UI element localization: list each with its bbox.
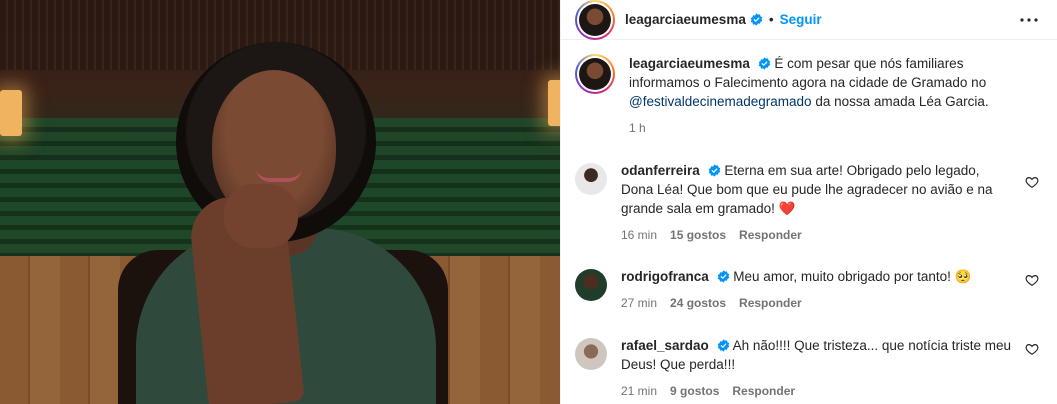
comment-meta: 21 min 9 gostos Responder xyxy=(621,382,1013,401)
comments-list[interactable]: leagarciaeumesma É com pesar que nós fam… xyxy=(561,40,1057,404)
person-fist xyxy=(224,184,298,248)
more-options-icon[interactable] xyxy=(1017,8,1041,32)
comment-time[interactable]: 21 min xyxy=(621,382,657,401)
pleading-face-emoji: 🥺 xyxy=(954,269,972,284)
follow-button[interactable]: Seguir xyxy=(780,12,822,27)
instagram-post: leagarciaeumesma • Seguir leagarciaeumes… xyxy=(0,0,1057,404)
like-heart-icon[interactable] xyxy=(1025,175,1039,189)
caption-meta: 1 h xyxy=(629,119,1013,138)
comment-likes[interactable]: 24 gostos xyxy=(670,294,726,313)
post-side-panel: leagarciaeumesma • Seguir leagarciaeumes… xyxy=(560,0,1057,404)
person-smile xyxy=(256,168,302,182)
verified-badge-icon xyxy=(758,57,770,70)
commenter-avatar[interactable] xyxy=(575,338,607,370)
wall-lamp-left xyxy=(0,90,22,136)
comment-item: rodrigofranca Meu amor, muito obrigado p… xyxy=(575,267,1041,313)
caption-text-end: da nossa amada Léa Garcia. xyxy=(815,94,989,109)
comment-text: Meu amor, muito obrigado por tanto! xyxy=(733,269,951,284)
author-username[interactable]: leagarciaeumesma xyxy=(625,12,746,27)
comment-username[interactable]: odanferreira xyxy=(621,163,700,178)
reply-button[interactable]: Responder xyxy=(739,294,802,313)
comment-likes[interactable]: 9 gostos xyxy=(670,382,719,401)
comment-item: odanferreira Eterna em sua arte! Obrigad… xyxy=(575,161,1041,245)
comment-body: rodrigofranca Meu amor, muito obrigado p… xyxy=(621,267,1041,313)
verified-badge-icon xyxy=(717,270,729,283)
caption-body: leagarciaeumesma É com pesar que nós fam… xyxy=(629,54,1041,138)
commenter-avatar[interactable] xyxy=(575,269,607,301)
commenter-avatar[interactable] xyxy=(575,163,607,195)
post-caption: leagarciaeumesma É com pesar que nós fam… xyxy=(575,54,1041,138)
reply-button[interactable]: Responder xyxy=(739,226,802,245)
caption-username[interactable]: leagarciaeumesma xyxy=(629,56,750,71)
post-photo[interactable] xyxy=(0,0,560,404)
heart-emoji: ❤️ xyxy=(778,201,796,216)
verified-badge-icon xyxy=(750,13,763,26)
comment-time[interactable]: 16 min xyxy=(621,226,657,245)
comment-username[interactable]: rafael_sardao xyxy=(621,338,709,353)
author-avatar[interactable] xyxy=(575,0,615,40)
post-header: leagarciaeumesma • Seguir xyxy=(561,0,1057,40)
caption-author-avatar[interactable] xyxy=(575,54,615,94)
comment-time[interactable]: 27 min xyxy=(621,294,657,313)
wall-lamp-right xyxy=(548,80,560,126)
separator-dot: • xyxy=(768,12,774,27)
comment-username[interactable]: rodrigofranca xyxy=(621,269,709,284)
like-heart-icon[interactable] xyxy=(1025,342,1039,356)
caption-mention-link[interactable]: @festivaldecinemadegramado xyxy=(629,94,812,109)
verified-badge-icon xyxy=(717,339,729,352)
reply-button[interactable]: Responder xyxy=(732,382,795,401)
comment-meta: 27 min 24 gostos Responder xyxy=(621,294,1013,313)
comment-likes[interactable]: 15 gostos xyxy=(670,226,726,245)
comment-item: rafael_sardao Ah não!!!! Que tristeza...… xyxy=(575,336,1041,401)
comment-body: odanferreira Eterna em sua arte! Obrigad… xyxy=(621,161,1041,245)
comment-body: rafael_sardao Ah não!!!! Que tristeza...… xyxy=(621,336,1041,401)
like-heart-icon[interactable] xyxy=(1025,273,1039,287)
comment-meta: 16 min 15 gostos Responder xyxy=(621,226,1013,245)
verified-badge-icon xyxy=(708,164,720,177)
caption-time[interactable]: 1 h xyxy=(629,119,646,138)
